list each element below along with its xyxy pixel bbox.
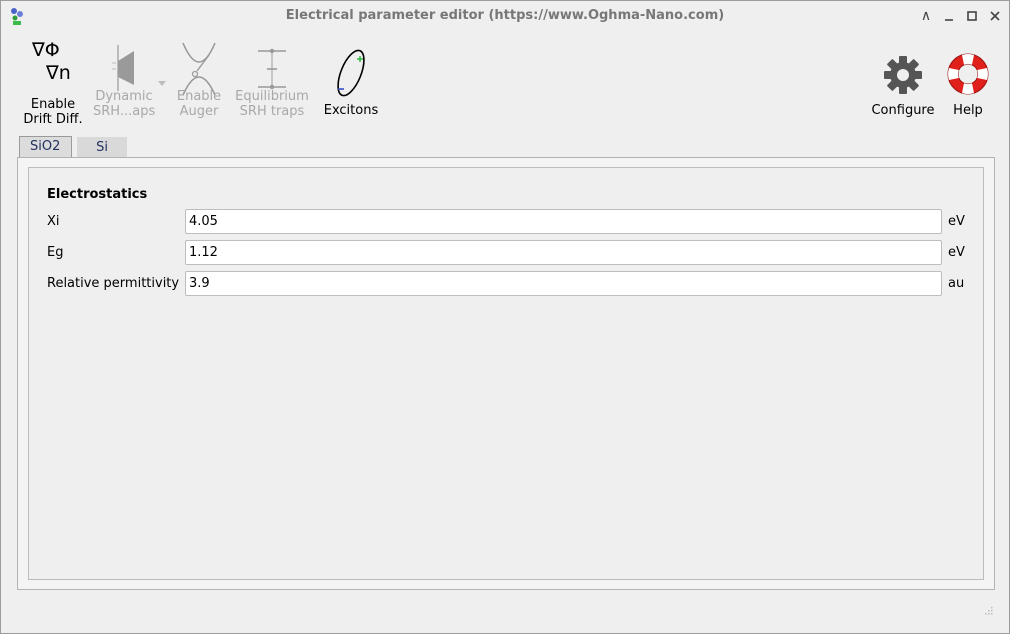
xi-input[interactable] (185, 209, 942, 234)
tab-sio2[interactable]: SiO2 (19, 136, 72, 159)
relative-permittivity-input[interactable] (185, 271, 942, 296)
drift-diff-label-2: Drift Diff. (23, 112, 83, 127)
drift-diff-label-1: Enable (30, 97, 76, 112)
section-title: Electrostatics (47, 187, 148, 202)
eg-unit: eV (948, 245, 965, 260)
dynamic-srh-label-1: Dynamic (95, 89, 153, 104)
auger-label-2: Auger (179, 104, 219, 119)
xi-label: Xi (47, 214, 60, 229)
editor-window: Electrical parameter editor (https://www… (0, 0, 1010, 634)
dynamic-srh-dropdown-arrow[interactable] (158, 81, 166, 86)
equilibrium-srh-label-1: Equilibrium (235, 89, 309, 104)
drift-diff-icon: ∇Φ ∇n (19, 41, 87, 91)
eg-label: Eg (47, 245, 64, 260)
enable-auger-button[interactable]: Enable Auger (171, 41, 227, 119)
configure-label: Configure (871, 103, 935, 118)
title-bar: Electrical parameter editor (https://www… (1, 1, 1009, 31)
excitons-label: Excitons (323, 103, 379, 118)
help-button[interactable]: Help (941, 41, 995, 118)
drift-diff-icon-top: ∇Φ (32, 39, 60, 61)
eg-input[interactable] (185, 240, 942, 265)
close-icon (990, 11, 1000, 21)
minimize-button[interactable] (940, 7, 958, 25)
close-button[interactable] (986, 7, 1004, 25)
dynamic-srh-label-2: SRH...aps (93, 104, 156, 119)
excitons-icon (337, 49, 365, 97)
drift-diff-icon-bottom: ∇n (46, 62, 71, 84)
minimize-icon (945, 19, 953, 21)
auger-label-1: Enable (176, 89, 222, 104)
enable-drift-diff-button[interactable]: ∇Φ ∇n Enable Drift Diff. (19, 41, 87, 128)
shade-button[interactable]: ∧ (917, 7, 935, 25)
help-label: Help (953, 103, 983, 118)
excitons-button[interactable]: Excitons (321, 41, 381, 118)
relative-permittivity-label: Relative permittivity (47, 276, 180, 291)
resize-grip-icon[interactable] (983, 607, 993, 617)
relative-permittivity-unit: au (948, 276, 965, 291)
tab-si[interactable]: Si (77, 137, 127, 157)
lifebuoy-icon (947, 53, 989, 95)
maximize-button[interactable] (963, 7, 981, 25)
equilibrium-srh-traps-button[interactable]: Equilibrium SRH traps (233, 41, 311, 119)
xi-unit: eV (948, 214, 965, 229)
configure-button[interactable]: Configure (869, 41, 937, 118)
maximize-icon (967, 11, 977, 21)
equilibrium-srh-label-2: SRH traps (239, 104, 305, 119)
dynamic-srh-traps-button[interactable]: Dynamic SRH...aps (93, 41, 155, 119)
gear-icon (884, 56, 922, 94)
window-title: Electrical parameter editor (https://www… (285, 8, 725, 23)
